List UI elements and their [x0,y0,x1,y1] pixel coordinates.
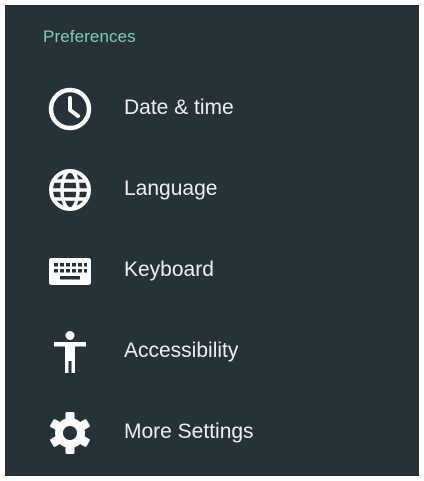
menu-item-label: Keyboard [124,258,214,281]
globe-icon [47,167,93,213]
clock-icon [47,86,93,132]
keyboard-icon [47,248,93,294]
menu-item-label: Language [124,177,218,200]
menu-item-language[interactable]: Language [5,150,419,231]
preferences-menu: Date & time Language Keyboard Accessibil… [5,69,419,474]
section-title: Preferences [43,27,136,46]
menu-item-label: Accessibility [124,339,239,362]
accessibility-icon [47,329,93,375]
gear-icon [47,410,93,456]
menu-item-label: More Settings [124,420,254,443]
menu-item-more-settings[interactable]: More Settings [5,393,419,474]
menu-item-accessibility[interactable]: Accessibility [5,312,419,393]
menu-item-label: Date & time [124,96,234,119]
menu-item-date-time[interactable]: Date & time [5,69,419,150]
menu-item-keyboard[interactable]: Keyboard [5,231,419,312]
preferences-panel: Preferences Date & time Language Keyboar… [5,5,419,476]
